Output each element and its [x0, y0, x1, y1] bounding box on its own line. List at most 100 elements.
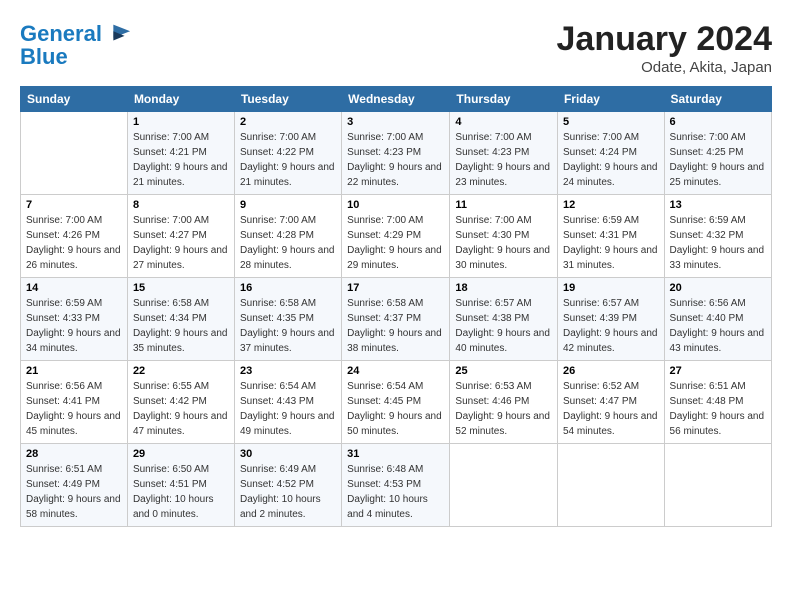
day-info: Sunrise: 6:49 AMSunset: 4:52 PMDaylight:… — [240, 462, 336, 522]
day-number: 16 — [240, 282, 336, 294]
day-info: Sunrise: 6:52 AMSunset: 4:47 PMDaylight:… — [563, 379, 659, 439]
month-title: January 2024 — [557, 20, 773, 59]
weekday-header-thursday: Thursday — [450, 87, 558, 112]
calendar-cell — [21, 112, 128, 195]
day-number: 21 — [26, 365, 122, 377]
weekday-header-saturday: Saturday — [664, 87, 771, 112]
calendar-cell: 12Sunrise: 6:59 AMSunset: 4:31 PMDayligh… — [557, 195, 664, 278]
day-info: Sunrise: 6:56 AMSunset: 4:41 PMDaylight:… — [26, 379, 122, 439]
day-info: Sunrise: 6:54 AMSunset: 4:45 PMDaylight:… — [347, 379, 444, 439]
calendar-cell: 31 Sunrise: 6:48 AMSunset: 4:53 PMDayligh… — [342, 444, 450, 527]
day-number: 28 — [26, 448, 122, 460]
day-number: 13 — [670, 199, 766, 211]
calendar-cell: 10 Sunrise: 7:00 AMSunset: 4:29 PMDayligh… — [342, 195, 450, 278]
day-info: Sunrise: 6:57 AMSunset: 4:38 PMDaylight:… — [455, 296, 552, 356]
day-number: 24 — [347, 365, 444, 377]
day-info: Sunrise: 6:54 AMSunset: 4:43 PMDaylight:… — [240, 379, 336, 439]
title-block: January 2024 Odate, Akita, Japan — [557, 20, 773, 76]
calendar-cell: 4 Sunrise: 7:00 AMSunset: 4:23 PMDaylight… — [450, 112, 558, 195]
calendar-cell: 16 Sunrise: 6:58 AMSunset: 4:35 PMDayligh… — [234, 278, 341, 361]
day-info: Sunrise: 7:00 AMSunset: 4:24 PMDaylight:… — [563, 130, 659, 190]
day-number: 11 — [455, 199, 552, 211]
calendar-cell: 11 Sunrise: 7:00 AMSunset: 4:30 PMDayligh… — [450, 195, 558, 278]
calendar-cell: 5 Sunrise: 7:00 AMSunset: 4:24 PMDaylight… — [557, 112, 664, 195]
day-number: 18 — [455, 282, 552, 294]
weekday-header-sunday: Sunday — [21, 87, 128, 112]
calendar-cell: 17Sunrise: 6:58 AMSunset: 4:37 PMDayligh… — [342, 278, 450, 361]
weekday-header-monday: Monday — [127, 87, 234, 112]
day-number: 31 — [347, 448, 444, 460]
day-info: Sunrise: 6:50 AMSunset: 4:51 PMDaylight:… — [133, 462, 229, 522]
calendar-cell: 24 Sunrise: 6:54 AMSunset: 4:45 PMDayligh… — [342, 361, 450, 444]
day-info: Sunrise: 6:58 AMSunset: 4:35 PMDaylight:… — [240, 296, 336, 356]
day-info: Sunrise: 7:00 AMSunset: 4:26 PMDaylight:… — [26, 213, 122, 273]
week-row-2: 7 Sunrise: 7:00 AMSunset: 4:26 PMDaylight… — [21, 195, 772, 278]
week-row-3: 14Sunrise: 6:59 AMSunset: 4:33 PMDayligh… — [21, 278, 772, 361]
calendar-cell — [450, 444, 558, 527]
day-number: 27 — [670, 365, 766, 377]
logo: General Blue — [20, 20, 132, 70]
week-row-1: 1 Sunrise: 7:00 AMSunset: 4:21 PMDaylight… — [21, 112, 772, 195]
day-number: 9 — [240, 199, 336, 211]
day-number: 7 — [26, 199, 122, 211]
calendar-cell: 19 Sunrise: 6:57 AMSunset: 4:39 PMDayligh… — [557, 278, 664, 361]
calendar-cell: 6Sunrise: 7:00 AMSunset: 4:25 PMDaylight… — [664, 112, 771, 195]
day-info: Sunrise: 6:59 AMSunset: 4:32 PMDaylight:… — [670, 213, 766, 273]
calendar-cell: 21 Sunrise: 6:56 AMSunset: 4:41 PMDayligh… — [21, 361, 128, 444]
day-number: 19 — [563, 282, 659, 294]
day-info: Sunrise: 6:58 AMSunset: 4:34 PMDaylight:… — [133, 296, 229, 356]
day-number: 26 — [563, 365, 659, 377]
day-number: 25 — [455, 365, 552, 377]
day-info: Sunrise: 6:55 AMSunset: 4:42 PMDaylight:… — [133, 379, 229, 439]
calendar-cell: 15 Sunrise: 6:58 AMSunset: 4:34 PMDayligh… — [127, 278, 234, 361]
calendar-cell: 26 Sunrise: 6:52 AMSunset: 4:47 PMDayligh… — [557, 361, 664, 444]
calendar-table: SundayMondayTuesdayWednesdayThursdayFrid… — [20, 86, 772, 527]
day-info: Sunrise: 7:00 AMSunset: 4:30 PMDaylight:… — [455, 213, 552, 273]
day-number: 5 — [563, 116, 659, 128]
calendar-cell: 1 Sunrise: 7:00 AMSunset: 4:21 PMDaylight… — [127, 112, 234, 195]
calendar-cell — [664, 444, 771, 527]
location: Odate, Akita, Japan — [557, 59, 773, 76]
day-number: 14 — [26, 282, 122, 294]
page: General Blue January 2024 Odate, Akita, … — [0, 0, 792, 612]
calendar-cell: 8Sunrise: 7:00 AMSunset: 4:27 PMDaylight… — [127, 195, 234, 278]
calendar-cell: 29 Sunrise: 6:50 AMSunset: 4:51 PMDayligh… — [127, 444, 234, 527]
day-number: 10 — [347, 199, 444, 211]
day-info: Sunrise: 7:00 AMSunset: 4:22 PMDaylight:… — [240, 130, 336, 190]
day-number: 6 — [670, 116, 766, 128]
calendar-cell: 22 Sunrise: 6:55 AMSunset: 4:42 PMDayligh… — [127, 361, 234, 444]
header: General Blue January 2024 Odate, Akita, … — [20, 20, 772, 76]
day-info: Sunrise: 6:57 AMSunset: 4:39 PMDaylight:… — [563, 296, 659, 356]
calendar-cell: 25 Sunrise: 6:53 AMSunset: 4:46 PMDayligh… — [450, 361, 558, 444]
calendar-cell: 27Sunrise: 6:51 AMSunset: 4:48 PMDayligh… — [664, 361, 771, 444]
day-number: 8 — [133, 199, 229, 211]
day-number: 1 — [133, 116, 229, 128]
calendar-cell — [557, 444, 664, 527]
weekday-header-tuesday: Tuesday — [234, 87, 341, 112]
weekday-header-row: SundayMondayTuesdayWednesdayThursdayFrid… — [21, 87, 772, 112]
day-number: 12 — [563, 199, 659, 211]
calendar-cell: 23 Sunrise: 6:54 AMSunset: 4:43 PMDayligh… — [234, 361, 341, 444]
day-number: 30 — [240, 448, 336, 460]
day-info: Sunrise: 7:00 AMSunset: 4:21 PMDaylight:… — [133, 130, 229, 190]
day-info: Sunrise: 7:00 AMSunset: 4:23 PMDaylight:… — [347, 130, 444, 190]
logo-text: General — [20, 22, 102, 46]
day-info: Sunrise: 7:00 AMSunset: 4:23 PMDaylight:… — [455, 130, 552, 190]
calendar-cell: 20Sunrise: 6:56 AMSunset: 4:40 PMDayligh… — [664, 278, 771, 361]
day-number: 23 — [240, 365, 336, 377]
day-info: Sunrise: 6:48 AMSunset: 4:53 PMDaylight:… — [347, 462, 444, 522]
calendar-cell: 18 Sunrise: 6:57 AMSunset: 4:38 PMDayligh… — [450, 278, 558, 361]
day-info: Sunrise: 7:00 AMSunset: 4:29 PMDaylight:… — [347, 213, 444, 273]
day-info: Sunrise: 6:53 AMSunset: 4:46 PMDaylight:… — [455, 379, 552, 439]
day-info: Sunrise: 6:58 AMSunset: 4:37 PMDaylight:… — [347, 296, 444, 356]
day-info: Sunrise: 7:00 AMSunset: 4:28 PMDaylight:… — [240, 213, 336, 273]
calendar-cell: 3Sunrise: 7:00 AMSunset: 4:23 PMDaylight… — [342, 112, 450, 195]
day-number: 22 — [133, 365, 229, 377]
day-info: Sunrise: 6:51 AMSunset: 4:49 PMDaylight:… — [26, 462, 122, 522]
day-number: 29 — [133, 448, 229, 460]
logo-icon — [104, 20, 132, 48]
day-number: 4 — [455, 116, 552, 128]
week-row-4: 21 Sunrise: 6:56 AMSunset: 4:41 PMDayligh… — [21, 361, 772, 444]
day-number: 2 — [240, 116, 336, 128]
day-number: 15 — [133, 282, 229, 294]
